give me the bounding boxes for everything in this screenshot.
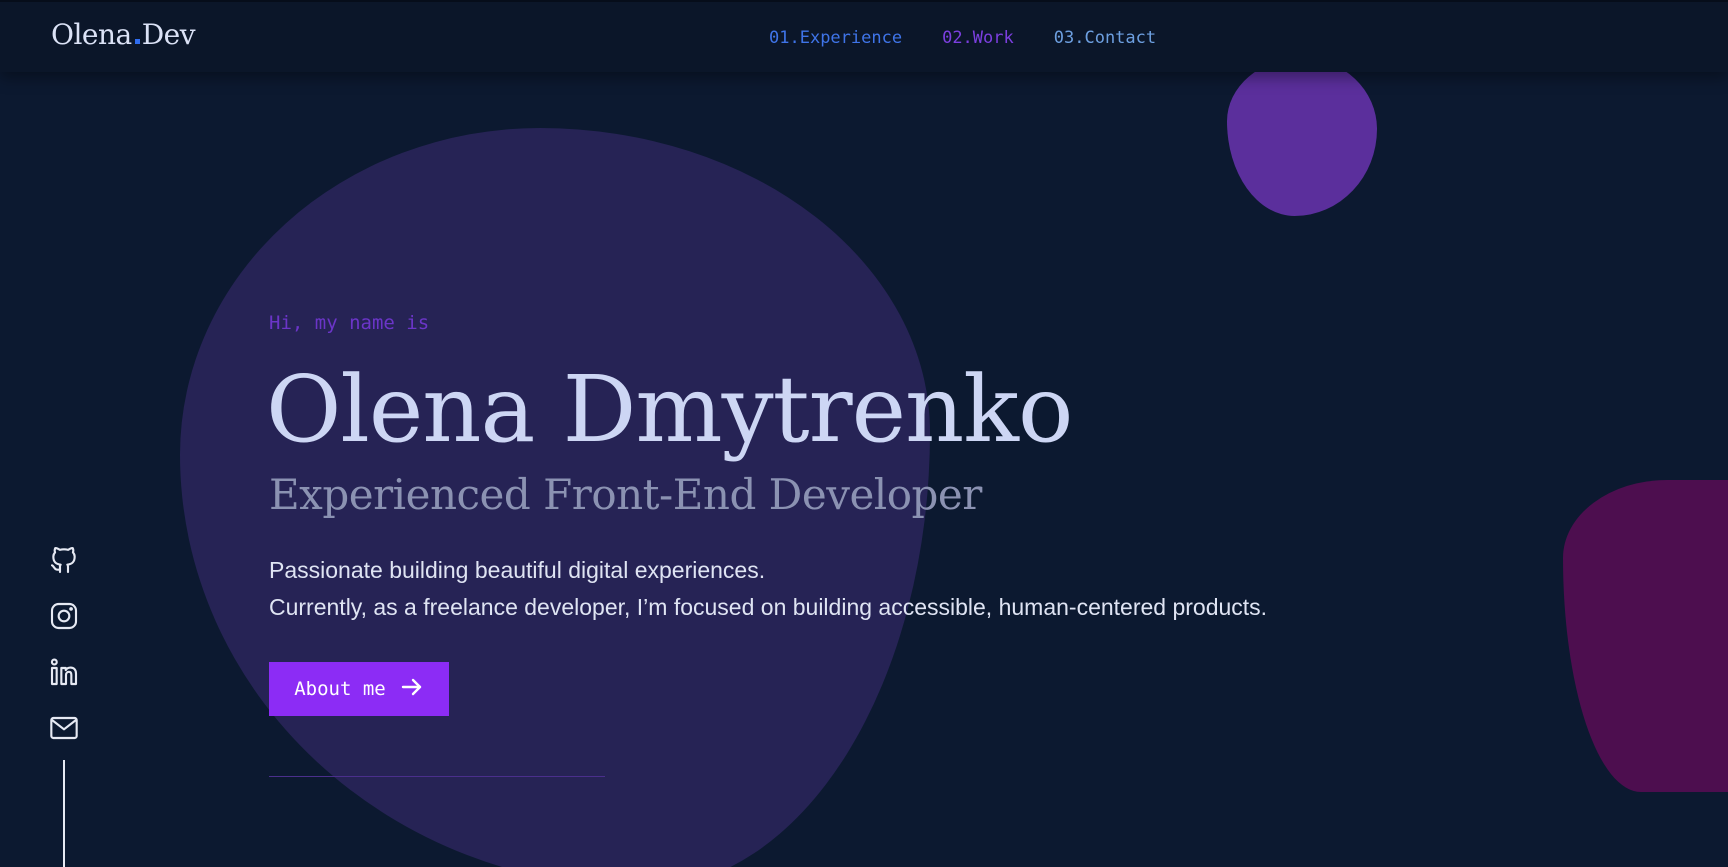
linkedin-icon[interactable] (48, 656, 80, 688)
site-header: Olena Dev 01. Experience 02. Work 03. Co… (0, 0, 1728, 72)
nav-link-work[interactable]: 02. Work (942, 28, 1014, 48)
background-blob-right (1563, 480, 1728, 792)
arrow-right-icon (400, 675, 424, 704)
about-me-button[interactable]: About me (269, 662, 449, 716)
instagram-icon[interactable] (48, 600, 80, 632)
social-links (48, 544, 80, 744)
mail-icon[interactable] (48, 712, 80, 744)
logo-first-word: Olena (51, 18, 132, 51)
about-me-button-label: About me (294, 678, 386, 700)
logo-second-word: Dev (141, 18, 196, 51)
site-logo[interactable]: Olena Dev (51, 18, 196, 51)
github-icon[interactable] (48, 544, 80, 576)
nav-number: 02. (942, 28, 973, 48)
social-vertical-line (63, 760, 65, 867)
nav-link-contact[interactable]: 03. Contact (1054, 28, 1156, 48)
nav-label: Work (972, 28, 1014, 48)
background-blob-small (1227, 58, 1377, 216)
logo-dot (134, 39, 140, 44)
nav-number: 03. (1053, 28, 1085, 48)
main-nav: 01. Experience 02. Work 03. Contact (769, 28, 1156, 48)
page: Olena Dev 01. Experience 02. Work 03. Co… (0, 0, 1728, 867)
hero-greeting: Hi, my name is (269, 312, 430, 334)
hero-description-line-2: Currently, as a freelance developer, I’m… (269, 594, 1268, 620)
hero-role: Experienced Front-End Developer (269, 470, 982, 519)
hero-divider (269, 776, 605, 777)
hero-name: Olena Dmytrenko (266, 356, 1073, 463)
nav-number: 01. (769, 28, 800, 48)
hero-description-line-1: Passionate building beautiful digital ex… (269, 557, 766, 583)
hero-description: Passionate building beautiful digital ex… (269, 552, 1267, 626)
nav-label: Contact (1084, 28, 1157, 48)
nav-label: Experience (799, 28, 903, 48)
nav-link-experience[interactable]: 01. Experience (769, 28, 902, 48)
